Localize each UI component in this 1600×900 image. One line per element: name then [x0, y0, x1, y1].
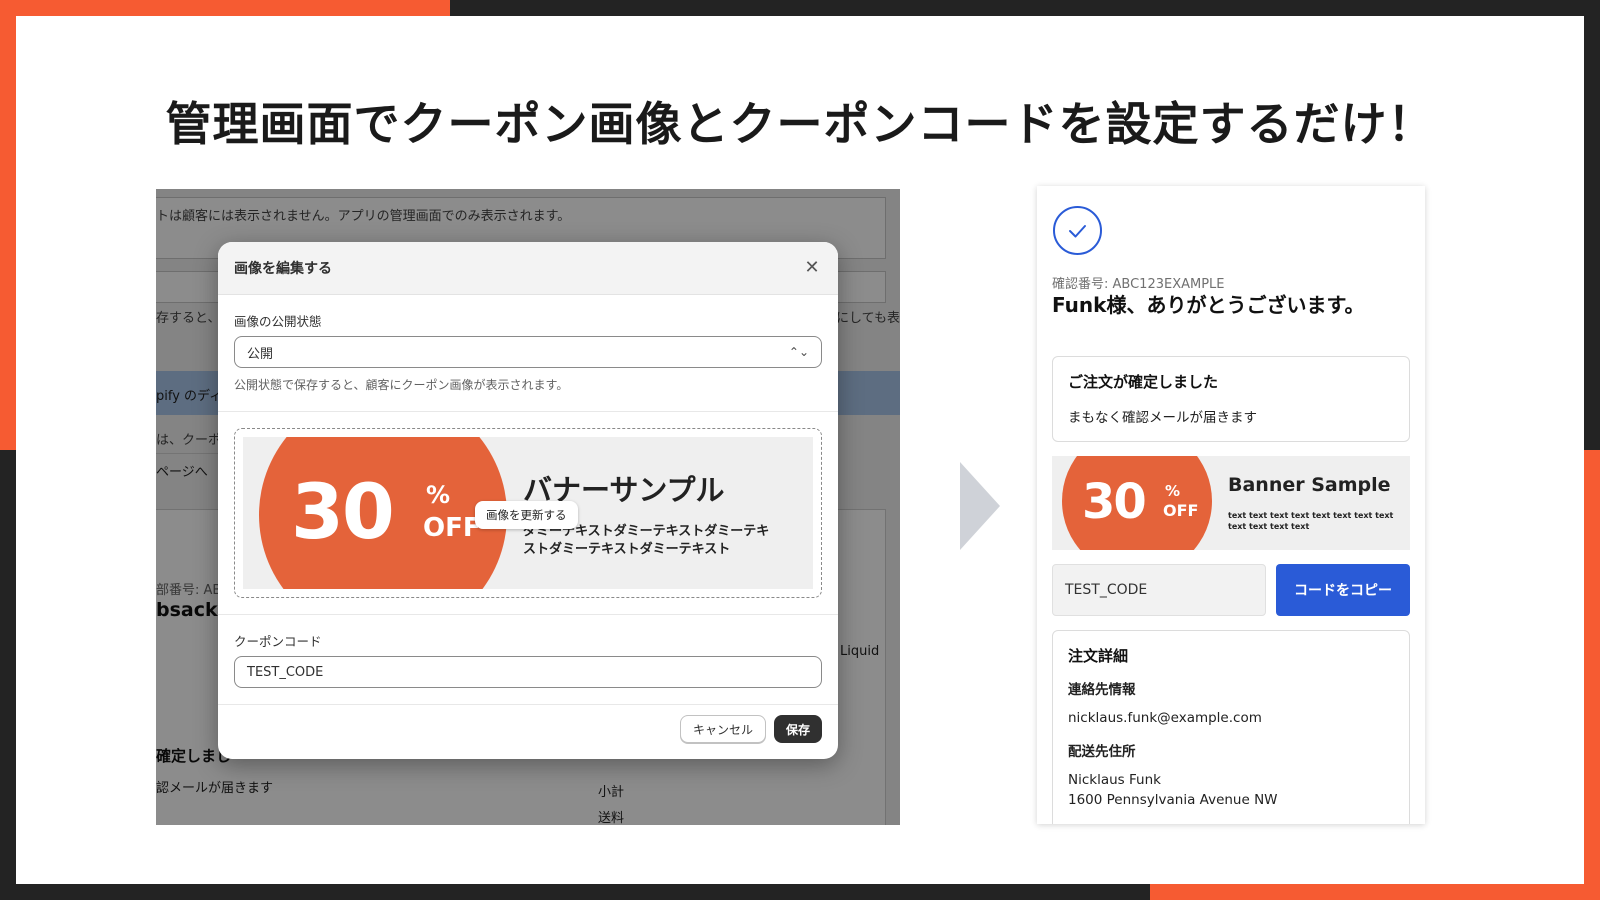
- modal-header: 画像を編集する ✕: [218, 242, 838, 295]
- coupon-code-value: TEST_CODE: [247, 664, 324, 680]
- update-image-button[interactable]: 画像を更新する: [475, 501, 578, 529]
- arrow-right-icon: [960, 462, 1000, 550]
- thanks-heading: Funk様、ありがとうございます。: [1052, 293, 1365, 317]
- coupon-code-input[interactable]: TEST_CODE: [234, 656, 822, 688]
- select-chevron-icon: ⌃⌄: [788, 345, 809, 359]
- check-circle-icon: [1053, 206, 1102, 255]
- coupon-banner: 30 % OFF Banner Sample text text text te…: [1052, 456, 1410, 550]
- edit-image-modal: 画像を編集する ✕ 画像の公開状態 公開 ⌃⌄ 公開状態で保存すると、顧客にクー…: [218, 242, 838, 759]
- modal-title: 画像を編集する: [234, 261, 332, 277]
- banner-title: Banner Sample: [1228, 474, 1391, 496]
- banner-number: 30: [291, 467, 395, 556]
- coupon-code-section: クーポンコード TEST_CODE: [218, 615, 838, 705]
- admin-screen: トは顧客には表示されません。アプリの管理画面でのみ表示されます。 存すると、顧 …: [156, 189, 900, 825]
- visibility-select[interactable]: 公開 ⌃⌄: [234, 336, 822, 368]
- order-confirmed-title: ご注文が確定しました: [1068, 373, 1219, 391]
- banner-percent: %: [426, 481, 451, 509]
- contact-email: nicklaus.funk@example.com: [1068, 710, 1262, 726]
- coupon-code-label: クーポンコード: [234, 634, 322, 649]
- visibility-value: 公開: [247, 346, 274, 362]
- ship-address: 1600 Pennsylvania Avenue NW: [1068, 792, 1278, 808]
- copy-code-button[interactable]: コードをコピー: [1276, 564, 1410, 616]
- order-confirmed-card: ご注文が確定しました まもなく確認メールが届きます: [1052, 356, 1410, 442]
- shipping-label: 配送先住所: [1068, 744, 1136, 760]
- banner-off: OFF: [1163, 501, 1199, 520]
- ship-name: Nicklaus Funk: [1068, 772, 1161, 788]
- cancel-button[interactable]: キャンセル: [679, 715, 766, 743]
- visibility-section: 画像の公開状態 公開 ⌃⌄ 公開状態で保存すると、顧客にクーポン画像が表示されま…: [218, 295, 838, 412]
- close-icon[interactable]: ✕: [802, 258, 822, 278]
- visibility-label: 画像の公開状態: [234, 314, 322, 329]
- contact-label: 連絡先情報: [1068, 682, 1136, 698]
- modal-footer: キャンセル 保存: [218, 699, 838, 759]
- order-details-card: 注文詳細 連絡先情報 nicklaus.funk@example.com 配送先…: [1052, 630, 1410, 824]
- order-details-title: 注文詳細: [1068, 647, 1129, 665]
- image-dropzone[interactable]: 30 % OFF バナーサンプル ダミーテキストダミーテキストダミーテキ ストダ…: [234, 428, 822, 598]
- save-button[interactable]: 保存: [773, 715, 822, 743]
- banner-subtext-line2: ストダミーテキストダミーテキスト: [523, 542, 731, 558]
- banner-off: OFF: [423, 513, 481, 543]
- headline: 管理画面でクーポン画像とクーポンコードを設定するだけ！: [165, 97, 1435, 151]
- visibility-help: 公開状態で保存すると、顧客にクーポン画像が表示されます。: [234, 378, 569, 392]
- order-confirmed-text: まもなく確認メールが届きます: [1068, 410, 1257, 426]
- banner-percent: %: [1165, 482, 1181, 500]
- coupon-code-field[interactable]: TEST_CODE: [1052, 564, 1266, 616]
- banner-subtext: text text text text text text text text …: [1228, 510, 1393, 532]
- thank-you-page: 確認番号: ABC123EXAMPLE Funk様、ありがとうございます。 ご注…: [1037, 186, 1425, 824]
- banner-subtext-line1: text text text text text text text text: [1228, 511, 1394, 520]
- slide: 管理画面でクーポン画像とクーポンコードを設定するだけ！ トは顧客には表示されませ…: [16, 16, 1584, 884]
- banner-number: 30: [1082, 474, 1147, 530]
- image-section: 30 % OFF バナーサンプル ダミーテキストダミーテキストダミーテキ ストダ…: [218, 412, 838, 615]
- banner-subtext-line2: text text text text: [1228, 522, 1310, 532]
